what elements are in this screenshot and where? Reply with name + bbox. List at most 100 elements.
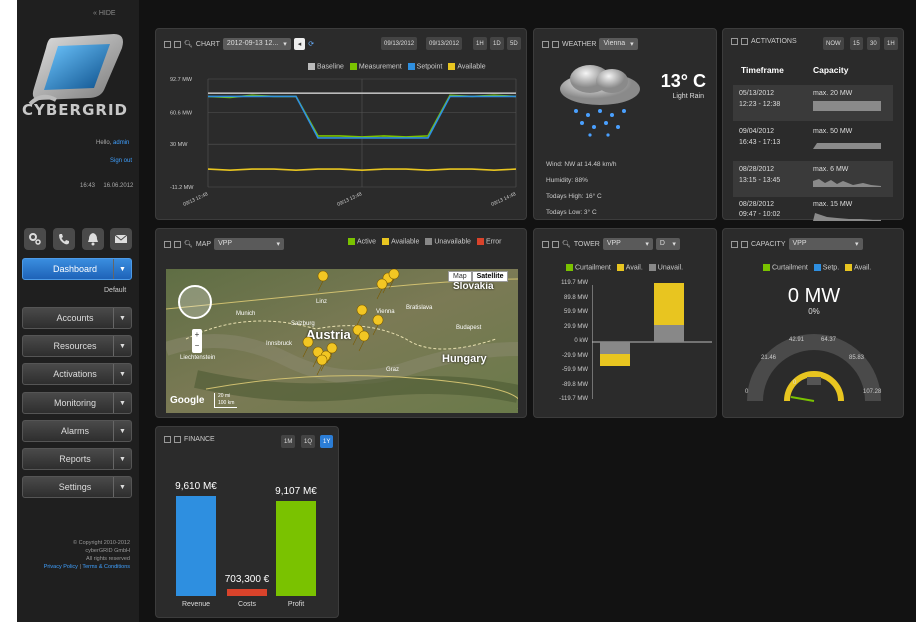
chevron-down-icon[interactable]: ▼ — [113, 336, 131, 356]
legend-label: Setp. — [822, 264, 840, 272]
nav-reports[interactable]: Reports ▼ — [22, 448, 132, 470]
chart-date-select[interactable]: 2012-09-13 12... ▾ — [222, 38, 291, 50]
chevron-down-icon[interactable]: ▼ — [113, 364, 131, 384]
search-icon[interactable]: 🔍︎ — [184, 40, 193, 48]
chevron-down-icon[interactable]: ▼ — [113, 449, 131, 469]
arrow-left-icon[interactable]: ◂ — [293, 38, 306, 50]
activations-30-button[interactable]: 30 — [867, 37, 880, 50]
nav-alarms[interactable]: Alarms ▼ — [22, 420, 132, 442]
search-icon[interactable]: 🔍︎ — [184, 240, 193, 248]
finance-bar-costs[interactable] — [227, 588, 267, 596]
search-icon[interactable]: 🔍︎ — [562, 240, 571, 248]
activations-15-button[interactable]: 15 — [850, 37, 863, 50]
chevron-down-icon[interactable]: ▼ — [113, 421, 131, 441]
legend-item[interactable]: Error — [476, 238, 502, 245]
finance-value-label: 703,300 € — [224, 573, 270, 585]
nav-resources[interactable]: Resources ▼ — [22, 335, 132, 357]
collapse-icon[interactable] — [542, 240, 549, 248]
mail-icon[interactable] — [110, 228, 132, 250]
legend-item[interactable]: Baseline — [308, 63, 344, 70]
collapse-icon[interactable] — [164, 240, 171, 248]
collapse-icon[interactable] — [164, 436, 171, 443]
legend-item[interactable]: Unavail. — [648, 264, 683, 271]
range-from-input[interactable]: 09/13/2012 — [381, 37, 418, 50]
legend-item[interactable]: Setp. — [813, 264, 840, 272]
legend-item[interactable]: Available — [382, 238, 419, 245]
maximize-icon[interactable] — [174, 240, 181, 248]
tower-vpp-select[interactable]: VPP ▾ — [602, 238, 653, 250]
city-select[interactable]: Vienna ▾ — [599, 38, 638, 50]
map-marker-pin — [376, 278, 388, 300]
legend-item[interactable]: Unavailable — [425, 238, 471, 245]
nav-monitoring[interactable]: Monitoring ▼ — [22, 392, 132, 414]
legend-item[interactable]: Curtailment — [566, 264, 611, 271]
legend-swatch — [308, 63, 315, 70]
privacy-link[interactable]: Privacy Policy — [44, 564, 78, 570]
chevron-down-icon[interactable]: ▼ — [113, 259, 131, 279]
activation-capacity: max. 6 MW — [813, 166, 849, 173]
bell-icon[interactable] — [82, 228, 104, 250]
finance-category-label: Costs — [238, 601, 256, 608]
collapse-icon[interactable] — [164, 40, 171, 48]
tower-y-tick: 0 kW — [574, 338, 588, 344]
legend-swatch — [448, 63, 456, 70]
activation-time: 12:23 - 12:38 — [739, 101, 781, 108]
legend-label: Avail. — [854, 264, 872, 272]
maximize-icon[interactable] — [552, 40, 559, 48]
finance-bar-revenue[interactable] — [176, 496, 216, 596]
refresh-icon[interactable]: ⟳ — [308, 40, 314, 48]
terms-link[interactable]: Terms & Conditions — [82, 564, 130, 570]
range-1h-button[interactable]: 1H — [473, 37, 487, 50]
collapse-icon[interactable] — [731, 38, 738, 45]
nav-accounts[interactable]: Accounts ▼ — [22, 307, 132, 329]
finance-1m-button[interactable]: 1M — [281, 435, 296, 448]
activation-row[interactable]: 05/13/2012 12:23 - 12:38 max. 20 MW — [733, 85, 893, 121]
tower-bar-unavailable-pos — [654, 325, 684, 342]
finance-bar-profit[interactable] — [276, 501, 316, 596]
hide-sidebar-link[interactable]: « HIDE — [93, 10, 116, 17]
range-to-input[interactable]: 09/13/2012 — [426, 37, 463, 50]
legend-item[interactable]: Curtailment — [763, 264, 808, 271]
finance-1y-button[interactable]: 1Y — [320, 435, 334, 448]
finance-value-label: 9,610 M€ — [175, 481, 217, 492]
chevron-down-icon[interactable]: ▼ — [113, 477, 131, 497]
legend-item[interactable]: Setpoint — [407, 63, 442, 70]
legend-swatch — [425, 238, 433, 245]
maximize-icon[interactable] — [741, 38, 748, 45]
tower-y-tick: 29.9 MW — [563, 323, 588, 330]
maximize-icon[interactable] — [174, 40, 181, 48]
nav-dashboard[interactable]: Dashboard ▼ — [22, 258, 132, 280]
capacity-vpp-value: VPP — [792, 240, 807, 247]
activations-now-button[interactable]: NOW — [823, 37, 844, 50]
map-panel: 🔍︎ MAP VPP ▾ Active Available Unavailable… — [155, 228, 527, 418]
phone-icon[interactable] — [53, 228, 75, 250]
map-vpp-select[interactable]: VPP ▾ — [214, 238, 285, 250]
tower-period-select[interactable]: D ▾ — [655, 238, 680, 250]
range-5d-button[interactable]: 5D — [507, 37, 521, 50]
legend-item[interactable]: Avail. — [845, 264, 871, 271]
chevron-down-icon[interactable]: ▼ — [113, 308, 131, 328]
maximize-icon[interactable] — [741, 240, 748, 248]
nav-activations[interactable]: Activations ▼ — [22, 363, 132, 385]
signout-link[interactable]: Sign out — [110, 158, 132, 164]
chevron-down-icon[interactable]: ▼ — [113, 393, 131, 413]
activations-1h-button[interactable]: 1H — [884, 37, 898, 50]
activation-sparkline — [813, 179, 881, 187]
settings-gears-icon[interactable] — [24, 228, 46, 250]
legend-item[interactable]: Active — [348, 238, 376, 245]
map-view[interactable]: Austria Hungary Slovakia Vienna Linz Mun… — [166, 269, 518, 413]
legend-item[interactable]: Available — [448, 63, 486, 70]
activation-row[interactable]: 08/28/2012 13:15 - 13:45 max. 6 MW — [733, 161, 893, 197]
username-link[interactable]: admin — [113, 140, 129, 146]
nav-settings[interactable]: Settings ▼ — [22, 476, 132, 498]
collapse-icon[interactable] — [731, 240, 738, 248]
legend-item[interactable]: Measurement — [349, 63, 402, 70]
legend-item[interactable]: Avail. — [616, 264, 643, 271]
capacity-vpp-select[interactable]: VPP ▾ — [788, 238, 863, 250]
range-1d-button[interactable]: 1D — [490, 37, 504, 50]
activation-row[interactable]: 09/04/2012 16:43 - 17:13 max. 50 MW — [733, 123, 893, 159]
maximize-icon[interactable] — [552, 240, 559, 248]
maximize-icon[interactable] — [174, 436, 181, 443]
collapse-icon[interactable] — [542, 40, 549, 48]
finance-1q-button[interactable]: 1Q — [301, 435, 316, 448]
